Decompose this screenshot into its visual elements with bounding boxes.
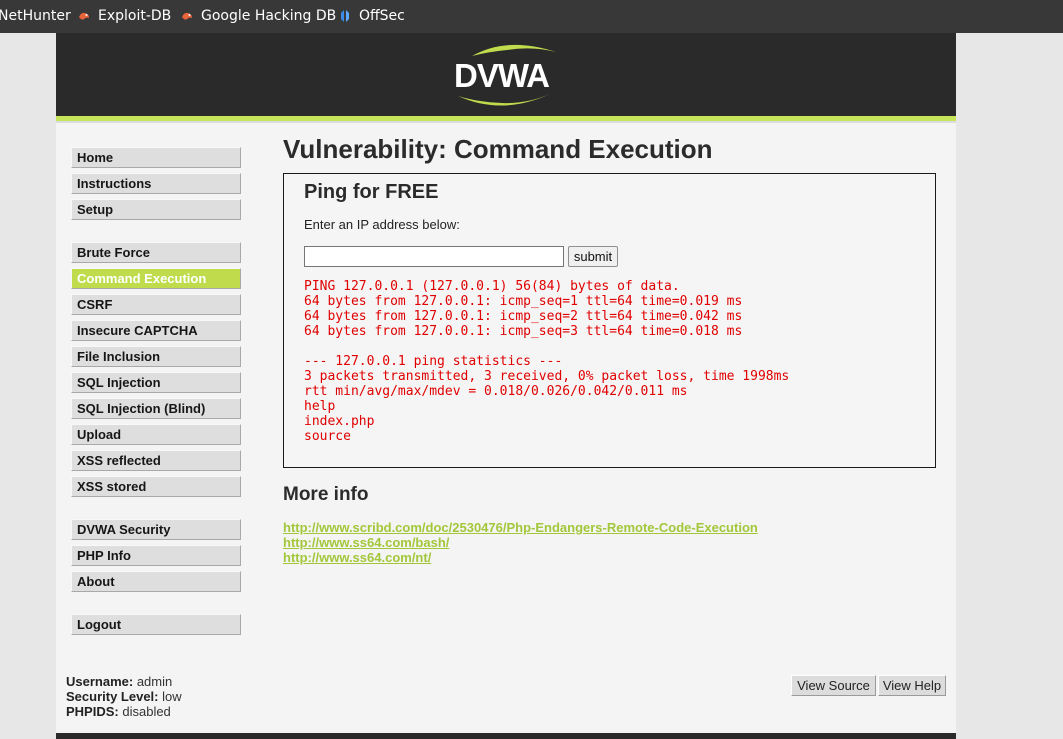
bookmark-offsec[interactable]: OffSec — [338, 8, 405, 24]
bookmark-nethunter[interactable]: NetHunter — [0, 8, 71, 24]
output-line: 64 bytes from 127.0.0.1: icmp_seq=1 ttl=… — [304, 294, 743, 309]
more-info-title: More info — [283, 484, 369, 505]
menu-item-about[interactable]: About — [71, 571, 241, 592]
ping-form-box: Ping for FREE Enter an IP address below:… — [283, 173, 936, 468]
output-line: 64 bytes from 127.0.0.1: icmp_seq=2 ttl=… — [304, 309, 743, 324]
bookmark-label: OffSec — [359, 8, 405, 24]
bookmark-exploit-db[interactable]: Exploit-DB — [77, 8, 171, 24]
menu-item-home[interactable]: Home — [71, 147, 241, 168]
menu-item-brute-force[interactable]: Brute Force — [71, 242, 241, 263]
dvwa-logo: DVWA — [454, 44, 556, 106]
menu-item-logout[interactable]: Logout — [71, 614, 241, 635]
ip-prompt-label: Enter an IP address below: — [304, 217, 460, 232]
ping-form-title: Ping for FREE — [304, 181, 439, 203]
bookmark-label: Exploit-DB — [98, 8, 172, 24]
menu-item-xss-reflected[interactable]: XSS reflected — [71, 450, 241, 471]
output-line: help — [304, 399, 336, 414]
bookmark-label: NetHunter — [0, 8, 71, 24]
output-line: 64 bytes from 127.0.0.1: icmp_seq=3 ttl=… — [304, 324, 743, 339]
header-divider — [56, 121, 956, 123]
ip-address-input[interactable] — [304, 246, 564, 267]
command-output: PING 127.0.0.1 (127.0.0.1) 56(84) bytes … — [304, 279, 789, 444]
status-username: Username: admin — [66, 674, 173, 689]
output-line: source — [304, 429, 351, 444]
menu-item-xss-stored[interactable]: XSS stored — [71, 476, 241, 497]
menu-item-upload[interactable]: Upload — [71, 424, 241, 445]
page-title: Vulnerability: Command Execution — [283, 134, 713, 164]
menu-item-command-execution[interactable]: Command Execution — [71, 268, 241, 289]
menu-item-file-inclusion[interactable]: File Inclusion — [71, 346, 241, 367]
offsec-icon — [341, 10, 349, 22]
submit-button[interactable]: submit — [568, 246, 618, 267]
menu-item-sql-injection[interactable]: SQL Injection — [71, 372, 241, 393]
menu-item-csrf[interactable]: CSRF — [71, 294, 241, 315]
menu-item-insecure-captcha[interactable]: Insecure CAPTCHA — [71, 320, 241, 341]
output-line: 3 packets transmitted, 3 received, 0% pa… — [304, 369, 790, 384]
more-info-link-scribd[interactable]: http://www.scribd.com/doc/2530476/Php-En… — [283, 520, 758, 535]
menu-item-php-info[interactable]: PHP Info — [71, 545, 241, 566]
output-line: index.php — [304, 414, 375, 429]
output-line: PING 127.0.0.1 (127.0.0.1) 56(84) bytes … — [304, 279, 680, 294]
footer-bar — [56, 733, 956, 739]
page-header: DVWA — [56, 33, 956, 116]
view-help-button[interactable]: View Help — [878, 675, 946, 696]
output-line: --- 127.0.0.1 ping statistics --- — [304, 354, 563, 369]
bookmark-ghdb[interactable]: Google Hacking DB — [180, 8, 336, 24]
menu-item-sql-injection-blind[interactable]: SQL Injection (Blind) — [71, 398, 241, 419]
menu-item-instructions[interactable]: Instructions — [71, 173, 241, 194]
svg-text:DVWA: DVWA — [454, 57, 549, 94]
menu-item-dvwa-security[interactable]: DVWA Security — [71, 519, 241, 540]
bookmark-label: Google Hacking DB — [201, 8, 337, 24]
more-info-link-ss64-bash[interactable]: http://www.ss64.com/bash/ — [283, 535, 449, 550]
bookmarks-bar: NetHunter Exploit-DB Google Hacking DB O… — [0, 0, 1063, 33]
ghdb-icon — [182, 12, 192, 20]
status-phpids: PHPIDS: disabled — [66, 704, 171, 719]
menu-item-setup[interactable]: Setup — [71, 199, 241, 220]
more-info-link-ss64-nt[interactable]: http://www.ss64.com/nt/ — [283, 550, 431, 565]
exploit-db-icon — [79, 12, 89, 20]
dvwa-page: DVWA Home Instructions Setup Brute Force… — [56, 33, 956, 739]
output-line: rtt min/avg/max/mdev = 0.018/0.026/0.042… — [304, 384, 688, 399]
status-security-level: Security Level: low — [66, 689, 182, 704]
view-source-button[interactable]: View Source — [791, 675, 876, 696]
